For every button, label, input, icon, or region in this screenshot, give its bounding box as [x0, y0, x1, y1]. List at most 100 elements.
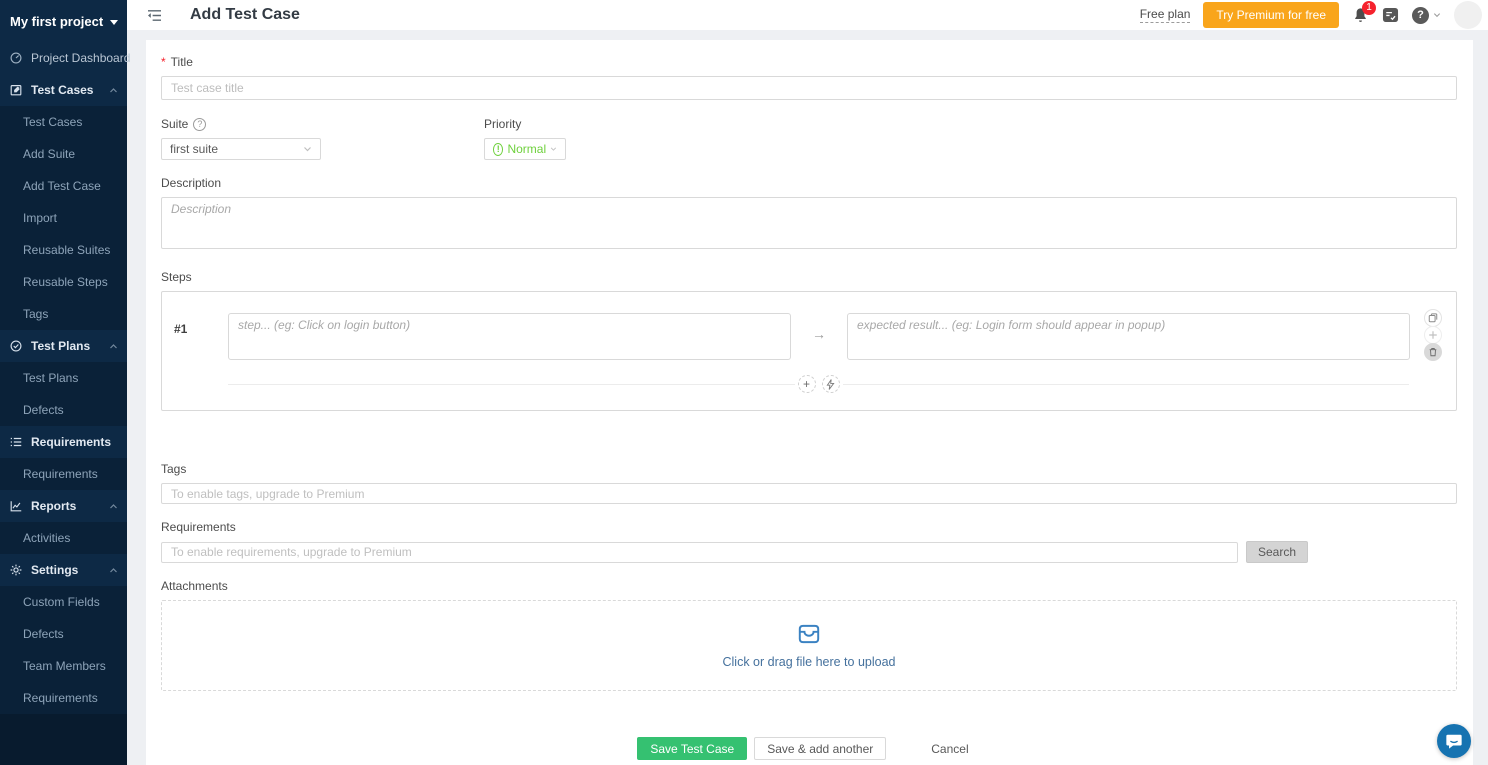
title-input[interactable]: [161, 76, 1457, 100]
chevron-down-icon: [1433, 12, 1441, 18]
main-area: Add Test Case Free plan Try Premium for …: [127, 0, 1488, 765]
sidebar-item-team-members[interactable]: Team Members: [0, 650, 127, 682]
sidebar-item-tags[interactable]: Tags: [0, 298, 127, 330]
expected-result-input[interactable]: [847, 313, 1410, 360]
suite-value: first suite: [170, 142, 218, 156]
chevron-up-icon: [109, 567, 118, 574]
trash-icon: [1428, 347, 1438, 357]
requirements-label: Requirements: [161, 520, 1457, 534]
menu-fold-icon[interactable]: [147, 9, 162, 22]
title-label: * Title: [161, 55, 1457, 69]
tags-label: Tags: [161, 462, 1457, 476]
whats-new-button[interactable]: [1382, 7, 1399, 23]
sidebar-item-add-test-case[interactable]: Add Test Case: [0, 170, 127, 202]
priority-value: Normal: [507, 142, 546, 156]
chat-bubble-icon: [1445, 732, 1463, 750]
list-icon: [9, 435, 23, 449]
chevron-down-icon: [550, 146, 557, 152]
sidebar-section-reports[interactable]: Reports: [0, 490, 127, 522]
submenu-requirements: Requirements: [0, 458, 127, 490]
sidebar-footer: [0, 714, 127, 765]
search-button[interactable]: Search: [1246, 541, 1308, 563]
sidebar-item-activities[interactable]: Activities: [0, 522, 127, 554]
chevron-up-icon: [109, 503, 118, 510]
submenu-reports: Activities: [0, 522, 127, 554]
sidebar-item-test-cases[interactable]: Test Cases: [0, 106, 127, 138]
insert-step-button[interactable]: +: [798, 375, 816, 393]
step-row: #1 →: [172, 313, 1447, 360]
step-divider: +: [228, 375, 1409, 393]
priority-label: Priority: [484, 117, 566, 131]
content-card: * Title Suite ? first suite: [146, 40, 1473, 765]
sidebar-item-test-plans[interactable]: Test Plans: [0, 362, 127, 394]
sidebar-item-reusable-steps[interactable]: Reusable Steps: [0, 266, 127, 298]
save-test-case-button[interactable]: Save Test Case: [637, 737, 747, 760]
attachments-field: Attachments Click or drag file here to u…: [161, 579, 1457, 691]
add-step-button[interactable]: [1424, 326, 1442, 344]
priority-normal-icon: !: [493, 143, 503, 156]
edit-icon: [9, 83, 23, 97]
sidebar-item-project-dashboard[interactable]: Project Dashboard: [0, 42, 127, 74]
copy-icon: [1428, 313, 1438, 323]
step-number: #1: [172, 313, 228, 336]
sidebar-item-custom-fields[interactable]: Custom Fields: [0, 586, 127, 618]
attachments-label: Attachments: [161, 579, 1457, 593]
description-field: Description: [161, 176, 1457, 254]
sidebar-item-requirements[interactable]: Requirements: [0, 458, 127, 490]
arrow-right-icon: →: [791, 313, 847, 342]
suite-field: Suite ? first suite: [161, 117, 321, 160]
required-mark: *: [161, 55, 166, 69]
topbar-right: Free plan Try Premium for free 1 ?: [1140, 1, 1482, 29]
chevron-down-icon: [303, 146, 312, 152]
chevron-up-icon: [109, 87, 118, 94]
try-premium-button[interactable]: Try Premium for free: [1203, 2, 1339, 28]
dashboard-icon: [9, 51, 23, 65]
sidebar-section-requirements[interactable]: Requirements: [0, 426, 127, 458]
file-upload-dropzone[interactable]: Click or drag file here to upload: [161, 600, 1457, 691]
sidebar-section-test-plans[interactable]: Test Plans: [0, 330, 127, 362]
sidebar-item-settings-defects[interactable]: Defects: [0, 618, 127, 650]
sidebar-item-reusable-suites[interactable]: Reusable Suites: [0, 234, 127, 266]
tags-input[interactable]: [161, 483, 1457, 504]
sidebar-item-defects[interactable]: Defects: [0, 394, 127, 426]
cancel-button[interactable]: Cancel: [919, 737, 980, 760]
inbox-icon: [796, 622, 822, 646]
suite-help-icon[interactable]: ?: [193, 118, 206, 131]
caret-down-icon: [110, 20, 118, 25]
help-menu[interactable]: ?: [1412, 7, 1441, 24]
chart-line-icon: [9, 499, 23, 513]
avatar[interactable]: [1454, 1, 1482, 29]
sidebar-section-test-cases[interactable]: Test Cases: [0, 74, 127, 106]
save-and-add-another-button[interactable]: Save & add another: [754, 737, 886, 760]
quick-add-steps-button[interactable]: [822, 375, 840, 393]
suite-priority-row: Suite ? first suite Priority ! Normal: [161, 117, 1457, 160]
sidebar-item-add-suite[interactable]: Add Suite: [0, 138, 127, 170]
lightning-icon: [826, 379, 835, 390]
suite-label: Suite ?: [161, 117, 321, 131]
help-icon: ?: [1412, 7, 1429, 24]
plus-icon: [1428, 330, 1438, 340]
sidebar-item-settings-requirements[interactable]: Requirements: [0, 682, 127, 714]
notifications-button[interactable]: 1: [1352, 7, 1369, 24]
project-selector[interactable]: My first project: [0, 0, 127, 42]
steps-label: Steps: [161, 270, 1457, 284]
requirements-field: Requirements Search: [161, 520, 1457, 563]
submenu-test-plans: Test Plans Defects: [0, 362, 127, 426]
sidebar-section-settings[interactable]: Settings: [0, 554, 127, 586]
upload-hint-text: Click or drag file here to upload: [722, 655, 895, 669]
description-input[interactable]: [161, 197, 1457, 249]
chat-widget-button[interactable]: [1437, 724, 1471, 758]
requirements-input[interactable]: [161, 542, 1238, 563]
sidebar-item-import[interactable]: Import: [0, 202, 127, 234]
delete-step-button[interactable]: [1424, 343, 1442, 361]
notification-count-badge: 1: [1362, 1, 1376, 15]
top-bar: Add Test Case Free plan Try Premium for …: [127, 0, 1488, 30]
priority-field: Priority ! Normal: [484, 117, 566, 160]
priority-select[interactable]: ! Normal: [484, 138, 566, 160]
project-name: My first project: [10, 14, 103, 29]
step-input[interactable]: [228, 313, 791, 360]
add-test-case-form: * Title Suite ? first suite: [146, 40, 1473, 765]
suite-select[interactable]: first suite: [161, 138, 321, 160]
duplicate-step-button[interactable]: [1424, 309, 1442, 327]
plan-badge[interactable]: Free plan: [1140, 7, 1191, 23]
